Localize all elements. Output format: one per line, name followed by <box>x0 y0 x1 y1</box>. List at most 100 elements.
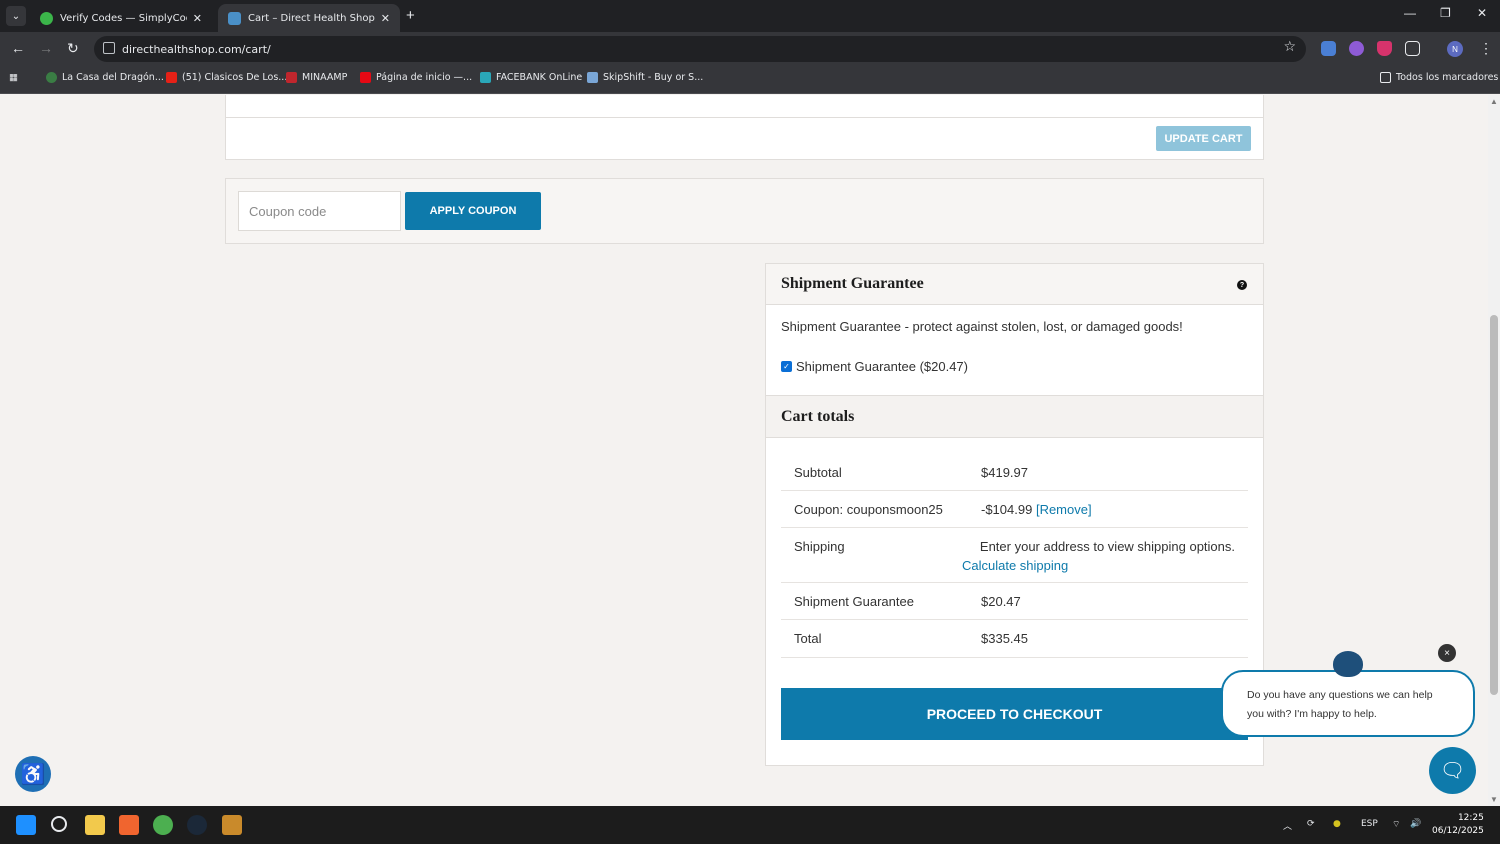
proceed-to-checkout-button[interactable]: PROCEED TO CHECKOUT <box>781 688 1248 740</box>
minaamp-icon <box>286 72 297 83</box>
language-indicator[interactable]: ESP <box>1361 819 1378 829</box>
system-clock[interactable]: 12:25 06/12/2025 <box>1432 812 1484 838</box>
volume-icon[interactable]: 🔊 <box>1410 819 1421 829</box>
bookmark-item[interactable]: SkipShift - Buy or S... <box>587 72 703 83</box>
chat-launcher-icon[interactable]: 🗨 <box>1429 747 1476 794</box>
globe-icon <box>46 72 57 83</box>
page-viewport: UPDATE CART Coupon code APPLY COUPON Shi… <box>0 95 1488 806</box>
translate-extension-icon[interactable] <box>1321 41 1336 56</box>
apply-coupon-button[interactable]: APPLY COUPON <box>405 192 541 230</box>
shipping-row: Shipping Enter your address to view ship… <box>781 528 1248 583</box>
accessibility-icon[interactable]: ♿ <box>15 756 51 792</box>
address-bar[interactable]: directhealthshop.com/cart/ ☆ <box>94 36 1306 62</box>
tray-chevron-icon[interactable]: ︿ <box>1283 819 1292 832</box>
new-tab-icon[interactable]: + <box>406 7 415 24</box>
close-tab-icon[interactable]: ✕ <box>381 12 390 25</box>
tab-simplycodes[interactable]: Verify Codes — SimplyCodes ✕ <box>30 4 212 32</box>
file-explorer-icon[interactable] <box>85 815 105 835</box>
tray-app-icon[interactable]: ● <box>1333 819 1341 829</box>
browser-toolbar: ← → ↻ directhealthshop.com/cart/ ☆ ⋮ <box>0 32 1500 66</box>
shipment-guarantee-value: $20.47 <box>981 594 1021 609</box>
coupon-code-input[interactable]: Coupon code <box>238 191 401 231</box>
clock-date: 06/12/2025 <box>1432 826 1484 836</box>
bookmark-label: Página de inicio —... <box>376 72 473 83</box>
windows-taskbar: ︿ ⟳ ● ESP ⌔ 🔊 12:25 06/12/2025 <box>0 806 1500 844</box>
tab-title: Verify Codes — SimplyCodes <box>60 12 187 24</box>
shipment-guarantee-body: Shipment Guarantee - protect against sto… <box>765 304 1264 396</box>
coupon-discount: -$104.99 <box>981 502 1033 517</box>
sync-icon[interactable]: ⟳ <box>1307 819 1315 829</box>
total-value: $335.45 <box>981 631 1028 646</box>
search-icon[interactable] <box>51 816 67 832</box>
facebank-icon <box>480 72 491 83</box>
forward-icon[interactable]: → <box>39 40 53 56</box>
bookmark-label: MINAAMP <box>302 72 348 83</box>
chat-message-bubble[interactable]: Do you have any questions we can help yo… <box>1221 670 1475 737</box>
bookmark-item[interactable]: La Casa del Dragón... <box>46 72 164 83</box>
all-bookmarks-folder[interactable]: Todos los marcadores <box>1380 72 1498 83</box>
bookmark-label: SkipShift - Buy or S... <box>603 72 704 83</box>
page-scrollbar[interactable]: ▲ ▼ <box>1488 95 1500 806</box>
skipshift-icon <box>587 72 598 83</box>
remove-coupon-link[interactable]: [Remove] <box>1036 502 1092 517</box>
shipment-guarantee-label: Shipment Guarantee <box>794 594 914 609</box>
scrollbar-thumb[interactable] <box>1490 315 1498 695</box>
shipment-guarantee-header: Shipment Guarantee ? <box>765 263 1264 305</box>
restore-icon[interactable]: ❐ <box>1440 6 1451 20</box>
coupon-label: Coupon: couponsmoon25 <box>794 502 943 517</box>
url-text: directhealthshop.com/cart/ <box>122 42 271 56</box>
bookmark-item[interactable]: MINAAMP <box>286 72 347 83</box>
chrome-icon[interactable] <box>153 815 173 835</box>
subtotal-label: Subtotal <box>794 465 842 480</box>
directhealthshop-favicon-icon <box>228 11 241 25</box>
shipment-guarantee-description: Shipment Guarantee - protect against sto… <box>781 319 1183 334</box>
windows-start-icon[interactable] <box>16 815 36 835</box>
cart-totals-table: Subtotal $419.97 Coupon: couponsmoon25 -… <box>765 437 1264 766</box>
apps-grid-icon[interactable]: ▦ <box>9 72 18 83</box>
reload-icon[interactable]: ↻ <box>67 40 79 57</box>
bookmark-label: La Casa del Dragón... <box>62 72 164 83</box>
close-tab-icon[interactable]: ✕ <box>193 12 202 25</box>
bookmark-item[interactable]: (51) Clasicos De Los... <box>166 72 287 83</box>
bookmark-item[interactable]: FACEBANK OnLine <box>480 72 582 83</box>
chat-brand-logo-icon <box>1333 651 1363 677</box>
calculate-shipping-link[interactable]: Calculate shipping <box>962 558 1068 573</box>
youtube-icon <box>166 72 177 83</box>
cart-totals-header: Cart totals <box>765 395 1264 438</box>
bookmark-star-icon[interactable]: ☆ <box>1283 39 1296 55</box>
shipment-guarantee-checkbox-row[interactable]: ✓ Shipment Guarantee ($20.47) <box>781 359 968 374</box>
site-settings-icon[interactable] <box>103 42 115 54</box>
wifi-icon[interactable]: ⌔ <box>1392 819 1400 830</box>
tab-search-button[interactable]: ⌄ <box>6 6 26 26</box>
app-icon[interactable] <box>222 815 242 835</box>
scroll-down-icon[interactable]: ▼ <box>1490 795 1498 804</box>
shipment-guarantee-checkbox[interactable]: ✓ <box>781 361 792 372</box>
profile-avatar[interactable]: N <box>1447 41 1463 57</box>
chat-close-icon[interactable]: × <box>1438 644 1456 662</box>
bookmark-label: Todos los marcadores <box>1396 72 1499 83</box>
help-icon[interactable]: ? <box>1237 280 1247 290</box>
clock-time: 12:25 <box>1457 813 1484 823</box>
tab-direct-health-shop[interactable]: Cart – Direct Health Shop ✕ <box>218 4 400 32</box>
scroll-up-icon[interactable]: ▲ <box>1490 97 1498 106</box>
tab-title: Cart – Direct Health Shop <box>248 12 375 24</box>
extension-purple-icon[interactable] <box>1349 41 1364 56</box>
bookmarks-bar: ▦ La Casa del Dragón... (51) Clasicos De… <box>0 66 1500 94</box>
netflix-icon <box>360 72 371 83</box>
app-orange-icon[interactable] <box>119 815 139 835</box>
cart-table: UPDATE CART <box>225 95 1264 160</box>
browser-menu-icon[interactable]: ⋮ <box>1479 40 1493 57</box>
close-window-icon[interactable]: ✕ <box>1477 6 1487 20</box>
simplycodes-favicon-icon <box>40 11 53 25</box>
minimize-icon[interactable]: — <box>1404 6 1416 20</box>
tab-bar: ⌄ Verify Codes — SimplyCodes ✕ Cart – Di… <box>0 0 1500 32</box>
shipment-guarantee-checkbox-label: Shipment Guarantee ($20.47) <box>796 359 968 374</box>
back-icon[interactable]: ← <box>11 40 25 56</box>
extensions-puzzle-icon[interactable] <box>1405 41 1420 56</box>
shield-extension-icon[interactable] <box>1377 41 1392 56</box>
update-cart-button[interactable]: UPDATE CART <box>1156 126 1251 151</box>
steam-icon[interactable] <box>187 815 207 835</box>
bookmark-item[interactable]: Página de inicio —... <box>360 72 472 83</box>
subtotal-row: Subtotal $419.97 <box>781 453 1248 491</box>
shipping-text: Enter your address to view shipping opti… <box>979 539 1235 554</box>
